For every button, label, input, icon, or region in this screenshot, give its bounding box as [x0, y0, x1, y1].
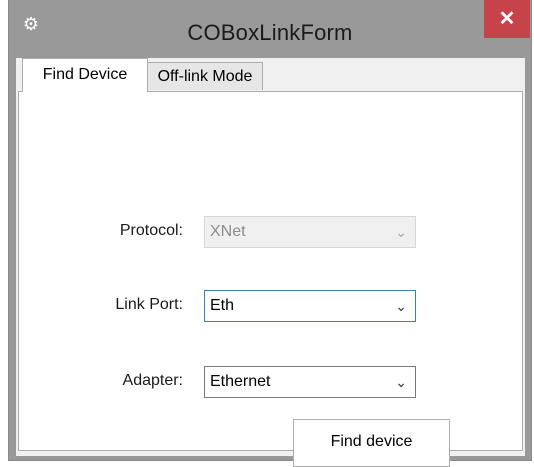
protocol-select: XNet ⌄ — [204, 216, 416, 248]
chevron-down-icon: ⌄ — [395, 224, 407, 240]
client-area: Find Device Off-link Mode Protocol: XNet… — [16, 58, 525, 467]
tab-off-link-mode[interactable]: Off-link Mode — [147, 62, 263, 90]
close-icon: ✕ — [498, 8, 516, 30]
tab-strip: Find Device Off-link Mode — [16, 58, 525, 92]
chevron-down-icon[interactable]: ⌄ — [395, 291, 407, 321]
protocol-value: XNet — [210, 223, 246, 240]
chevron-down-icon[interactable]: ⌄ — [395, 367, 407, 397]
protocol-label: Protocol: — [119, 222, 183, 239]
coboxlinkform-window: ⚙ COBoxLinkForm ✕ Find Device Off-link M… — [9, 0, 531, 467]
link-port-select[interactable]: Eth ⌄ — [204, 290, 416, 322]
link-port-label: Link Port: — [115, 296, 183, 313]
title-bar[interactable]: ⚙ COBoxLinkForm ✕ — [9, 0, 531, 58]
tab-find-device[interactable]: Find Device — [22, 58, 148, 92]
find-device-button[interactable]: Find device — [293, 419, 450, 467]
adapter-select[interactable]: Ethernet ⌄ — [204, 366, 416, 398]
link-port-value: Eth — [210, 297, 235, 314]
adapter-label: Adapter: — [122, 372, 183, 389]
find-device-panel: Protocol: XNet ⌄ Link Port: Eth ⌄ Adapte… — [18, 91, 523, 467]
adapter-value: Ethernet — [210, 373, 271, 390]
close-button[interactable]: ✕ — [484, 0, 530, 38]
window-title: COBoxLinkForm — [187, 20, 353, 45]
